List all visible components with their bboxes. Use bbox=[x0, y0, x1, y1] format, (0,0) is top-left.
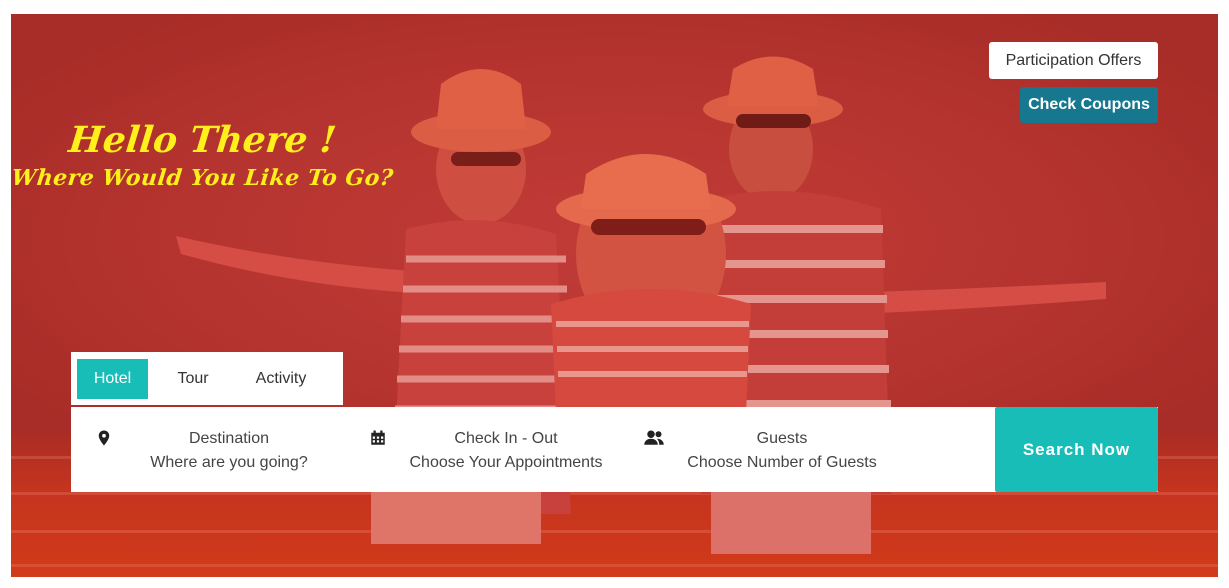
users-icon bbox=[644, 430, 664, 445]
guests-title: Guests bbox=[756, 430, 808, 447]
participation-offers-button[interactable]: Participation Offers bbox=[989, 42, 1158, 79]
booking-tabs: Hotel Tour Activity bbox=[71, 352, 343, 405]
dates-subtitle: Choose Your Appointments bbox=[409, 454, 603, 471]
guests-field[interactable]: Guests Choose Number of Guests bbox=[631, 407, 961, 492]
tab-hotel[interactable]: Hotel bbox=[77, 358, 148, 399]
destination-subtitle: Where are you going? bbox=[150, 454, 308, 471]
calendar-icon bbox=[371, 430, 385, 445]
guests-subtitle: Choose Number of Guests bbox=[687, 454, 877, 471]
greeting-title: Hello There ! bbox=[66, 119, 339, 161]
greeting-subtitle: Where Would You Like To Go? bbox=[10, 165, 395, 191]
search-now-button[interactable]: Search Now bbox=[995, 407, 1158, 492]
tab-activity[interactable]: Activity bbox=[238, 359, 324, 399]
destination-field[interactable]: Destination Where are you going? bbox=[71, 407, 351, 492]
greeting: Hello There ! Where Would You Like To Go… bbox=[0, 118, 405, 194]
dates-title: Check In - Out bbox=[454, 430, 558, 447]
tab-tour[interactable]: Tour bbox=[148, 359, 238, 399]
destination-title: Destination bbox=[188, 430, 270, 447]
dates-field[interactable]: Check In - Out Choose Your Appointments bbox=[351, 407, 631, 492]
map-marker-icon bbox=[98, 430, 110, 446]
check-coupons-button[interactable]: Check Coupons bbox=[1020, 87, 1158, 123]
